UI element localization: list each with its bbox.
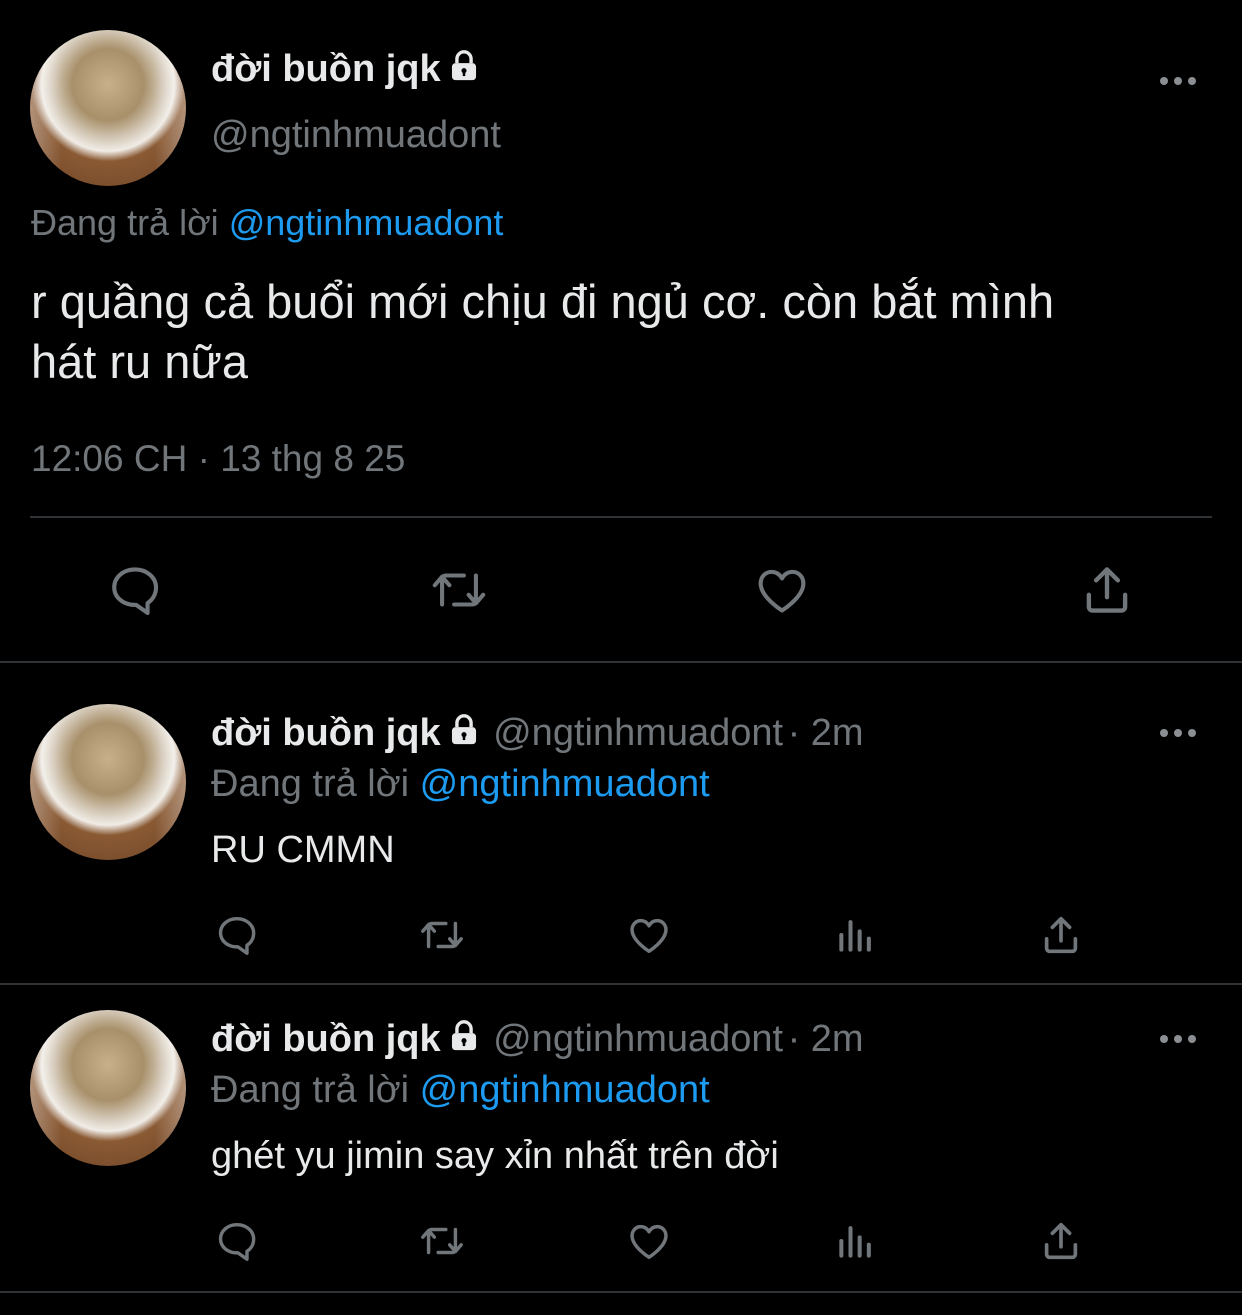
reply-icon[interactable] [214, 912, 260, 958]
relative-time[interactable]: · 2m [788, 712, 864, 754]
reply-to-link[interactable]: @ngtinhmuadont [229, 202, 504, 243]
reply-prefix: Đang trả lời [31, 202, 219, 243]
share-icon[interactable] [1038, 912, 1084, 958]
author-name-row[interactable]: đời buồn jqk [211, 48, 481, 93]
like-icon[interactable] [625, 912, 673, 958]
reply-context: Đang trả lời @ngtinhmuadont [31, 202, 503, 244]
reply-context: Đang trả lời @ngtinhmuadont [211, 763, 710, 806]
handle[interactable]: @ngtinhmuadont [493, 712, 783, 754]
lock-icon [447, 1019, 481, 1058]
tweet-text-line: r quầng cả buổi mới chịu đi ngủ cơ. còn … [31, 275, 1055, 328]
author-row: đời buồn jqk @ngtinhmuadont · 2m [211, 1018, 864, 1061]
lock-icon [447, 713, 481, 752]
retweet-icon[interactable] [428, 561, 490, 619]
relative-time[interactable]: · 2m [788, 1018, 864, 1060]
retweet-icon[interactable] [416, 1218, 468, 1264]
tweet-text: ghét yu jimin say xỉn nhất trên đời [211, 1135, 779, 1177]
views-icon[interactable] [834, 1218, 878, 1264]
reply-to-link[interactable]: @ngtinhmuadont [420, 1069, 710, 1111]
like-icon[interactable] [625, 1218, 673, 1264]
handle[interactable]: @ngtinhmuadont [493, 1018, 783, 1060]
avatar[interactable] [30, 1010, 186, 1166]
display-name[interactable]: đời buồn jqk [211, 712, 441, 754]
handle[interactable]: @ngtinhmuadont [211, 114, 501, 157]
tweet-text: RU CMMN [211, 829, 395, 871]
reply-to-link[interactable]: @ngtinhmuadont [420, 763, 710, 805]
divider [0, 1291, 1242, 1293]
divider [0, 983, 1242, 985]
tweet-text: r quầng cả buổi mới chịu đi ngủ cơ. còn … [31, 272, 1054, 392]
lock-icon [447, 49, 481, 93]
more-options-icon[interactable] [1160, 74, 1200, 86]
reply-prefix: Đang trả lời [211, 763, 410, 805]
display-name[interactable]: đời buồn jqk [211, 1018, 441, 1060]
share-icon[interactable] [1038, 1218, 1084, 1264]
tweet-text-line: hát ru nữa [31, 335, 248, 388]
more-options-icon[interactable] [1160, 726, 1200, 738]
divider [30, 516, 1212, 518]
retweet-icon[interactable] [416, 912, 468, 958]
reply-icon[interactable] [106, 561, 164, 619]
reply-context: Đang trả lời @ngtinhmuadont [211, 1069, 710, 1112]
avatar[interactable] [30, 30, 186, 186]
avatar[interactable] [30, 704, 186, 860]
like-icon[interactable] [752, 561, 812, 619]
views-icon[interactable] [834, 912, 878, 958]
more-options-icon[interactable] [1160, 1032, 1200, 1044]
reply-prefix: Đang trả lời [211, 1069, 410, 1111]
share-icon[interactable] [1078, 561, 1136, 619]
author-row: đời buồn jqk @ngtinhmuadont · 2m [211, 712, 864, 755]
timestamp[interactable]: 12:06 CH · 13 thg 8 25 [31, 438, 405, 480]
divider [0, 661, 1242, 663]
display-name[interactable]: đời buồn jqk [211, 48, 441, 90]
reply-icon[interactable] [214, 1218, 260, 1264]
